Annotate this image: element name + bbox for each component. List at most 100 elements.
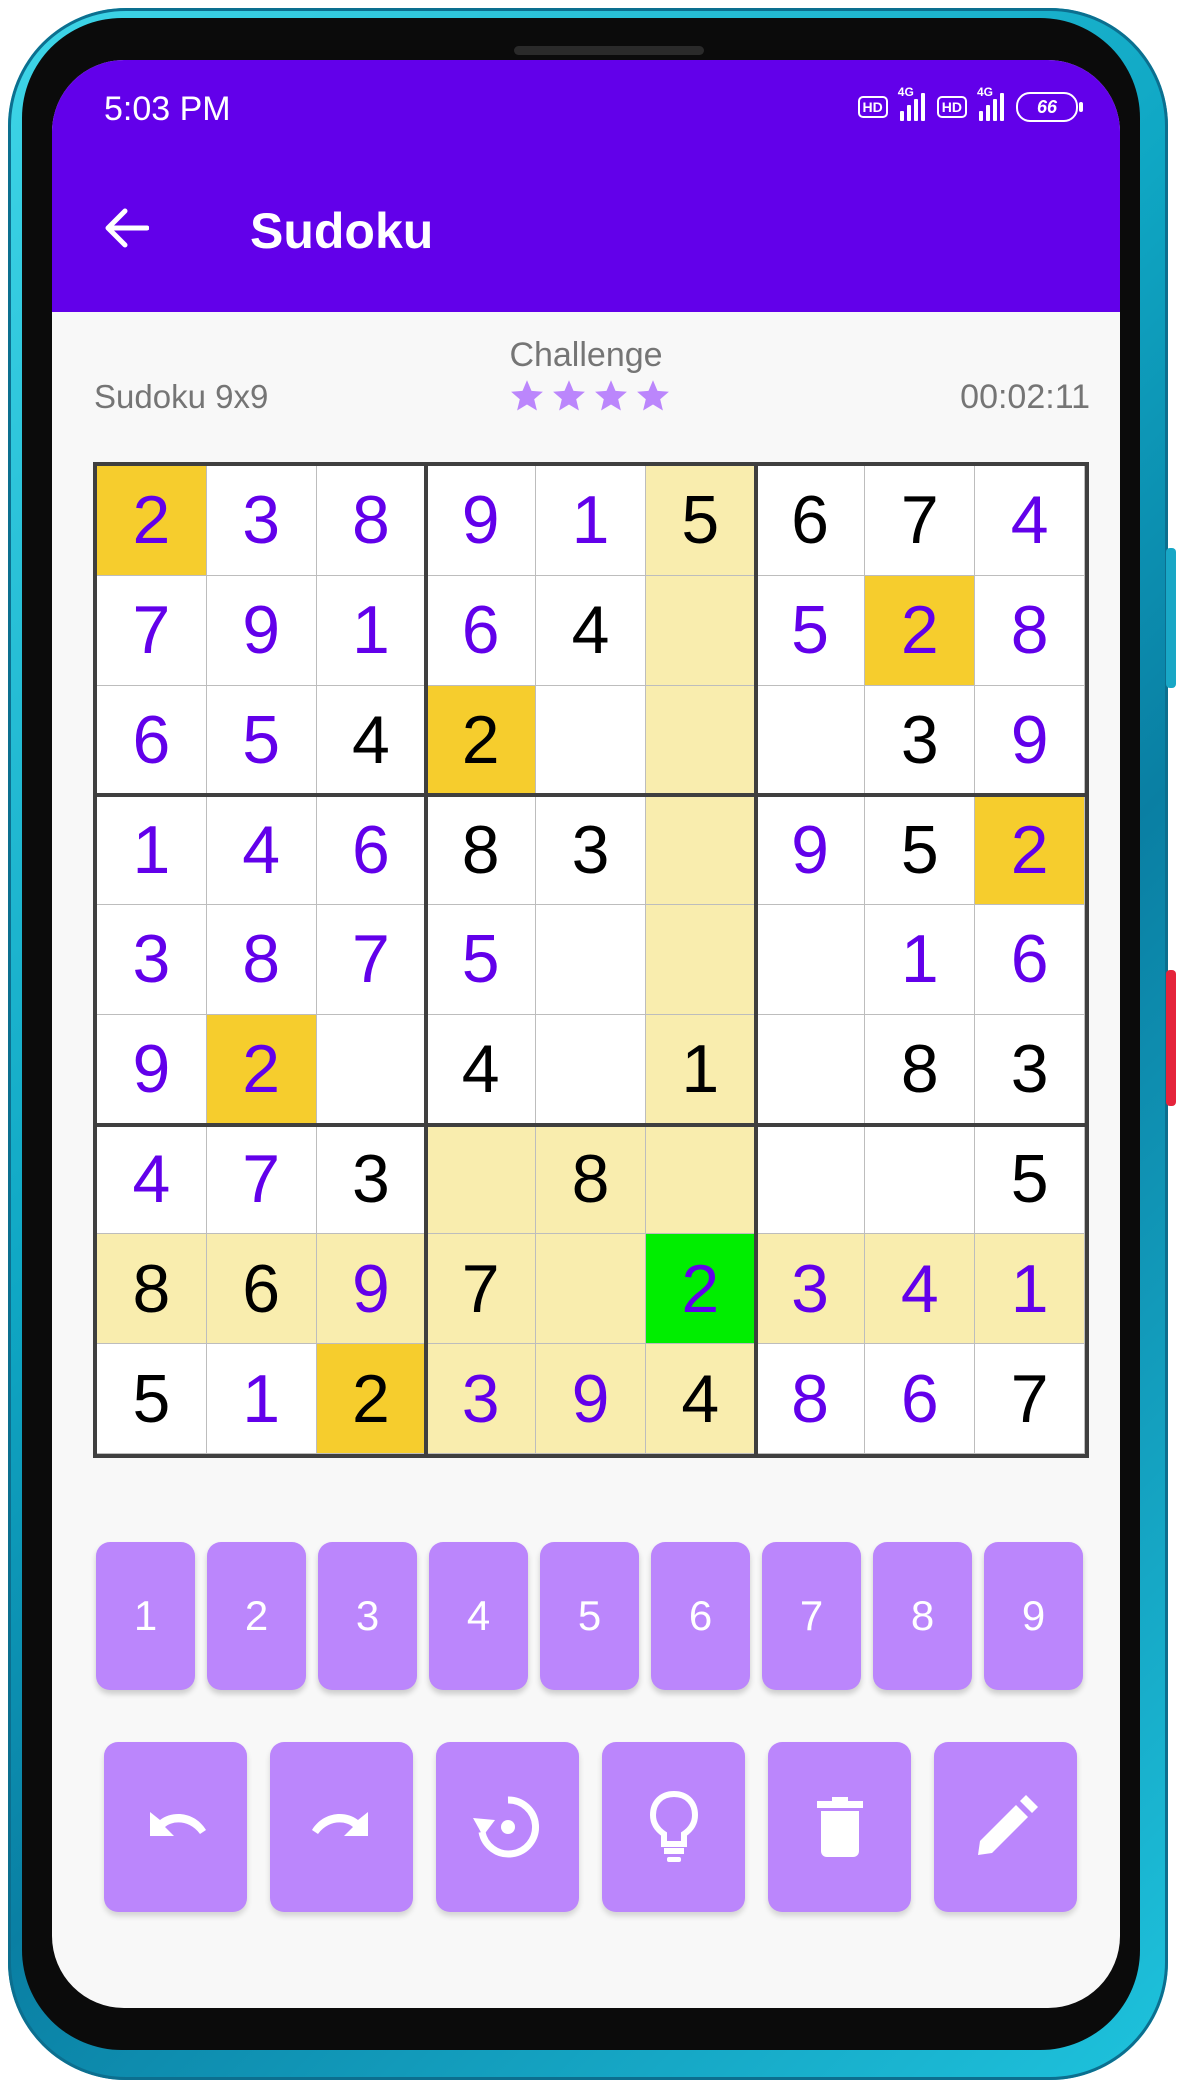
sudoku-cell[interactable] bbox=[755, 1014, 866, 1125]
sudoku-cell[interactable]: 1 bbox=[645, 1014, 756, 1125]
sudoku-cell[interactable]: 8 bbox=[755, 1344, 866, 1454]
hint-button[interactable] bbox=[602, 1742, 745, 1912]
sudoku-cell[interactable]: 8 bbox=[865, 1014, 976, 1125]
sudoku-cell[interactable]: 5 bbox=[975, 1124, 1085, 1235]
number-key-8[interactable]: 8 bbox=[873, 1542, 972, 1690]
sudoku-cell[interactable]: 3 bbox=[755, 1234, 866, 1345]
sudoku-cell[interactable] bbox=[645, 685, 756, 796]
sudoku-cell[interactable]: 8 bbox=[426, 795, 537, 906]
sudoku-cell[interactable]: 5 bbox=[97, 1344, 207, 1454]
sudoku-cell[interactable]: 5 bbox=[206, 685, 317, 796]
sudoku-cell[interactable]: 5 bbox=[755, 575, 866, 686]
app-bar: 5:03 PM HD 4G HD 4G 66 Sudoku bbox=[52, 60, 1120, 312]
sudoku-cell[interactable]: 8 bbox=[316, 466, 427, 576]
sudoku-cell[interactable]: 3 bbox=[975, 1014, 1085, 1125]
sudoku-cell[interactable]: 7 bbox=[426, 1234, 537, 1345]
sudoku-cell[interactable]: 3 bbox=[426, 1344, 537, 1454]
sudoku-cell[interactable]: 2 bbox=[645, 1234, 756, 1345]
sudoku-cell[interactable]: 8 bbox=[97, 1234, 207, 1345]
sudoku-cell[interactable] bbox=[316, 1014, 427, 1125]
sudoku-cell[interactable]: 4 bbox=[865, 1234, 976, 1345]
sudoku-cell[interactable]: 2 bbox=[426, 685, 537, 796]
sudoku-cell[interactable] bbox=[645, 795, 756, 906]
sudoku-cell[interactable]: 7 bbox=[975, 1344, 1085, 1454]
sudoku-cell[interactable]: 6 bbox=[316, 795, 427, 906]
restart-button[interactable] bbox=[436, 1742, 579, 1912]
sudoku-cell[interactable]: 8 bbox=[975, 575, 1085, 686]
sudoku-cell[interactable]: 4 bbox=[645, 1344, 756, 1454]
sudoku-cell[interactable] bbox=[426, 1124, 537, 1235]
sudoku-cell[interactable]: 6 bbox=[426, 575, 537, 686]
sudoku-cell[interactable]: 6 bbox=[97, 685, 207, 796]
sudoku-cell[interactable]: 9 bbox=[316, 1234, 427, 1345]
sudoku-cell[interactable]: 4 bbox=[97, 1124, 207, 1235]
sudoku-cell[interactable] bbox=[536, 685, 646, 796]
sudoku-cell[interactable]: 7 bbox=[97, 575, 207, 686]
sudoku-cell[interactable]: 5 bbox=[645, 466, 756, 576]
sudoku-cell[interactable]: 9 bbox=[206, 575, 317, 686]
sudoku-cell[interactable]: 2 bbox=[865, 575, 976, 686]
sudoku-cell[interactable]: 9 bbox=[426, 466, 537, 576]
sudoku-cell[interactable]: 4 bbox=[426, 1014, 537, 1125]
undo-button[interactable] bbox=[104, 1742, 247, 1912]
sudoku-cell[interactable]: 7 bbox=[865, 466, 976, 576]
sudoku-board: 2389156747916452865423914683952387516924… bbox=[93, 462, 1089, 1458]
erase-button[interactable] bbox=[768, 1742, 911, 1912]
sudoku-cell[interactable]: 4 bbox=[536, 575, 646, 686]
sudoku-cell[interactable]: 6 bbox=[865, 1344, 976, 1454]
sudoku-cell[interactable] bbox=[755, 905, 866, 1015]
sudoku-cell[interactable]: 9 bbox=[536, 1344, 646, 1454]
sudoku-cell[interactable] bbox=[645, 1124, 756, 1235]
sudoku-cell[interactable]: 6 bbox=[206, 1234, 317, 1345]
sudoku-cell[interactable] bbox=[536, 1014, 646, 1125]
sudoku-cell[interactable]: 2 bbox=[206, 1014, 317, 1125]
sudoku-cell[interactable] bbox=[645, 575, 756, 686]
sudoku-cell[interactable] bbox=[536, 905, 646, 1015]
sudoku-cell[interactable]: 1 bbox=[975, 1234, 1085, 1345]
redo-button[interactable] bbox=[270, 1742, 413, 1912]
sudoku-cell[interactable]: 6 bbox=[975, 905, 1085, 1015]
number-key-4[interactable]: 4 bbox=[429, 1542, 528, 1690]
sudoku-cell[interactable]: 1 bbox=[97, 795, 207, 906]
back-button[interactable] bbox=[96, 198, 156, 258]
sudoku-cell[interactable]: 2 bbox=[975, 795, 1085, 906]
sudoku-cell[interactable]: 3 bbox=[865, 685, 976, 796]
sudoku-cell[interactable]: 9 bbox=[97, 1014, 207, 1125]
sudoku-cell[interactable]: 8 bbox=[536, 1124, 646, 1235]
number-key-6[interactable]: 6 bbox=[651, 1542, 750, 1690]
sudoku-cell[interactable]: 1 bbox=[865, 905, 976, 1015]
sudoku-cell[interactable] bbox=[755, 685, 866, 796]
sudoku-cell[interactable]: 3 bbox=[316, 1124, 427, 1235]
sudoku-cell[interactable] bbox=[645, 905, 756, 1015]
sudoku-cell[interactable]: 9 bbox=[755, 795, 866, 906]
sudoku-cell[interactable] bbox=[865, 1124, 976, 1235]
number-key-7[interactable]: 7 bbox=[762, 1542, 861, 1690]
number-key-9[interactable]: 9 bbox=[984, 1542, 1083, 1690]
sudoku-cell[interactable]: 3 bbox=[97, 905, 207, 1015]
sudoku-cell[interactable]: 6 bbox=[755, 466, 866, 576]
sudoku-cell[interactable]: 3 bbox=[206, 466, 317, 576]
notes-button[interactable] bbox=[934, 1742, 1077, 1912]
number-key-1[interactable]: 1 bbox=[96, 1542, 195, 1690]
number-key-2[interactable]: 2 bbox=[207, 1542, 306, 1690]
sudoku-cell[interactable]: 1 bbox=[316, 575, 427, 686]
sudoku-cell[interactable]: 7 bbox=[206, 1124, 317, 1235]
sudoku-cell[interactable]: 5 bbox=[426, 905, 537, 1015]
sudoku-cell[interactable]: 4 bbox=[975, 466, 1085, 576]
sudoku-cell[interactable] bbox=[755, 1124, 866, 1235]
sudoku-cell[interactable]: 7 bbox=[316, 905, 427, 1015]
sudoku-cell[interactable]: 8 bbox=[206, 905, 317, 1015]
number-key-3[interactable]: 3 bbox=[318, 1542, 417, 1690]
sudoku-cell[interactable]: 4 bbox=[206, 795, 317, 906]
network-label: 4G bbox=[977, 85, 994, 99]
sudoku-cell[interactable]: 5 bbox=[865, 795, 976, 906]
sudoku-cell[interactable]: 1 bbox=[206, 1344, 317, 1454]
sudoku-cell[interactable]: 4 bbox=[316, 685, 427, 796]
sudoku-cell[interactable]: 2 bbox=[97, 466, 207, 576]
sudoku-cell[interactable] bbox=[536, 1234, 646, 1345]
sudoku-cell[interactable]: 9 bbox=[975, 685, 1085, 796]
sudoku-cell[interactable]: 2 bbox=[316, 1344, 427, 1454]
number-key-5[interactable]: 5 bbox=[540, 1542, 639, 1690]
sudoku-cell[interactable]: 3 bbox=[536, 795, 646, 906]
sudoku-cell[interactable]: 1 bbox=[536, 466, 646, 576]
